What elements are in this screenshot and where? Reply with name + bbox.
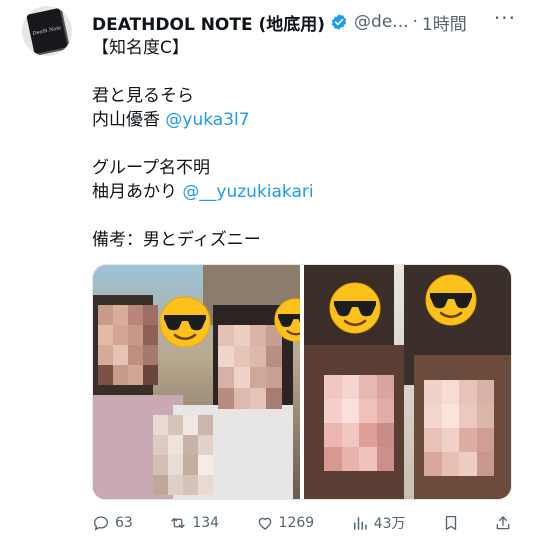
- mention-link[interactable]: @yuka3l7: [165, 110, 249, 130]
- author-name[interactable]: DEATHDOL NOTE (地底用): [92, 10, 325, 35]
- death-note-notebook-icon: Death Note: [26, 7, 68, 55]
- text-line: 【知名度C】: [92, 38, 189, 58]
- timestamp[interactable]: 1時間: [422, 10, 467, 35]
- text-line: 君と見るそら: [92, 86, 194, 106]
- views-button[interactable]: 43万: [351, 513, 406, 533]
- author-handle[interactable]: @de...: [354, 12, 408, 32]
- tweet-header: DEATHDOL NOTE (地底用) @de... · 1時間 ···: [92, 6, 530, 35]
- action-end-group: [442, 514, 512, 532]
- sunglasses-emoji-icon: [329, 282, 381, 334]
- text-line-with-mention: 柚月あかり @__yuzukiakari: [92, 180, 522, 204]
- member-name: 柚月あかり: [92, 182, 177, 202]
- reply-count: 63: [115, 515, 133, 531]
- repost-count: 134: [192, 515, 220, 531]
- photo-right[interactable]: [304, 265, 511, 499]
- view-count: 43万: [373, 516, 406, 532]
- pixelated-face: [153, 415, 213, 495]
- views-icon: [353, 517, 367, 530]
- text-line: グループ名不明: [92, 158, 210, 178]
- mention-link[interactable]: @__yuzukiakari: [182, 182, 313, 202]
- bookmark-icon[interactable]: [442, 514, 460, 532]
- separator-dot: ·: [412, 12, 418, 32]
- sunglasses-emoji-icon: [425, 274, 477, 326]
- member-name: 内山優香: [92, 110, 160, 130]
- avatar-text: Death Note: [32, 25, 62, 37]
- like-count: 1269: [278, 515, 315, 531]
- text-line: 備考：男とディズニー: [92, 230, 261, 250]
- reply-icon: [93, 516, 109, 531]
- repost-button[interactable]: 134: [169, 514, 219, 532]
- like-button[interactable]: 1269: [256, 514, 315, 532]
- sunglasses-emoji-icon: [274, 298, 300, 342]
- repost-icon: [171, 517, 185, 529]
- pixelated-face: [98, 305, 158, 385]
- more-options-icon[interactable]: ···: [494, 6, 516, 30]
- pixelated-face: [424, 380, 494, 476]
- media-grid: [92, 264, 512, 500]
- pixelated-face: [324, 375, 394, 471]
- reply-button[interactable]: 63: [92, 514, 133, 532]
- tweet-text: 【知名度C】 君と見るそら 内山優香 @yuka3l7 グループ名不明 柚月あか…: [92, 36, 522, 252]
- avatar[interactable]: Death Note: [22, 6, 72, 56]
- like-icon: [258, 517, 271, 530]
- action-bar: 63 134 1269 43万: [92, 510, 512, 536]
- verified-badge-icon: [331, 14, 347, 30]
- text-line-with-mention: 内山優香 @yuka3l7: [92, 108, 522, 132]
- sunglasses-emoji-icon: [159, 296, 211, 348]
- share-icon[interactable]: [494, 514, 512, 532]
- photo-left[interactable]: [93, 265, 300, 499]
